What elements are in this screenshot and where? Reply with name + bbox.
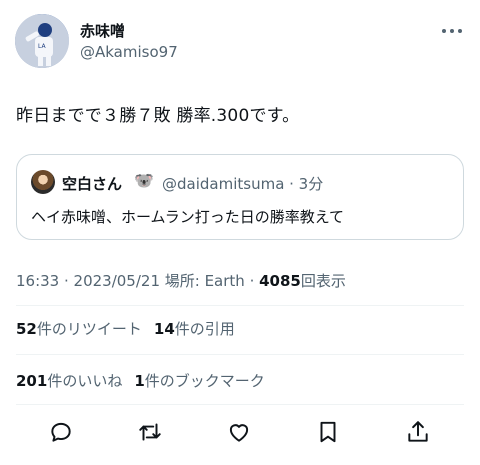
koala-emoji: 🐨 <box>134 171 154 190</box>
tweet-meta: 16:33 · 2023/05/21 場所: Earth · 4085回表示 <box>16 270 346 291</box>
action-bar <box>0 413 480 453</box>
heart-icon[interactable] <box>226 419 252 445</box>
quoted-tweet-text: ヘイ赤味噌、ホームラン打った日の勝率教えて <box>31 208 345 226</box>
more-icon[interactable] <box>442 24 462 38</box>
like-bookmark-stats: 201件のいいね 1件のブックマーク <box>16 370 265 391</box>
quoted-tweet[interactable]: 空白さん 🐨 @daidamitsuma · 3分 ヘイ赤味噌、ホームラン打った… <box>16 154 464 240</box>
author-display-name[interactable]: 赤味噌 <box>80 20 125 41</box>
tweet-text: 昨日までで３勝７敗 勝率.300です。 <box>16 106 300 126</box>
bookmark-icon[interactable] <box>315 419 341 445</box>
retweets-count[interactable]: 52 <box>16 320 37 338</box>
quoted-author-name: 空白さん <box>62 175 123 193</box>
author-handle[interactable]: @Akamiso97 <box>80 43 178 61</box>
views-count: 4085 <box>259 272 301 290</box>
likes-label[interactable]: 件のいいね <box>47 372 122 390</box>
author-avatar[interactable]: LA <box>15 14 69 68</box>
divider <box>16 354 464 355</box>
retweets-label[interactable]: 件のリツイート <box>37 320 142 338</box>
bookmarks-count[interactable]: 1 <box>134 372 144 390</box>
timestamp-location[interactable]: 16:33 · 2023/05/21 場所: Earth · <box>16 272 259 290</box>
divider <box>16 404 464 405</box>
quotes-label[interactable]: 件の引用 <box>175 320 235 338</box>
share-icon[interactable] <box>405 419 431 445</box>
quoted-author-avatar <box>31 170 55 194</box>
quoted-author-handle-time: @daidamitsuma · 3分 <box>162 175 324 193</box>
quotes-count[interactable]: 14 <box>154 320 175 338</box>
reply-icon[interactable] <box>48 419 74 445</box>
bookmarks-label[interactable]: 件のブックマーク <box>145 372 265 390</box>
likes-count[interactable]: 201 <box>16 372 47 390</box>
retweet-quote-stats: 52件のリツイート 14件の引用 <box>16 318 235 339</box>
views-label: 回表示 <box>300 272 346 290</box>
svg-text:LA: LA <box>38 43 46 50</box>
divider <box>16 305 464 306</box>
retweet-icon[interactable] <box>137 419 163 445</box>
